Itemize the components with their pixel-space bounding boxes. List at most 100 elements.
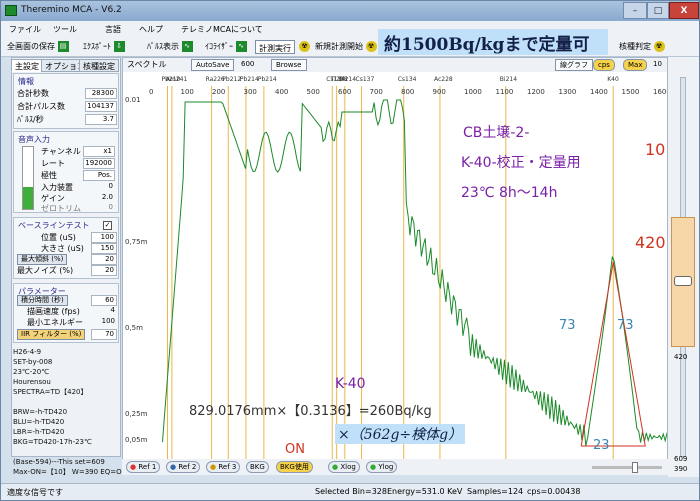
baseline-checkbox[interactable]: ✓ [103,221,112,230]
menu-about[interactable]: テレミノMCAについて [181,24,263,35]
annotation-420: 420 [635,233,666,252]
max-noise-value[interactable]: 20 [91,265,117,276]
rate-value[interactable]: 192000 [83,158,115,169]
rate-label: レート [41,159,65,168]
min-energy-value[interactable]: 100 [91,317,117,328]
position-value[interactable]: 100 [91,232,117,243]
equalizer-label: ｲｺﾗｲｻﾞｰ [205,42,233,51]
annotation-title1: CB土壌-2- [463,125,530,141]
annotation-on: ON [285,442,305,457]
min-energy-label: 最小エネルギー [27,318,83,327]
x-tick-label: 1300 [559,88,577,96]
ref2-button[interactable]: ● Ref 2 [166,461,201,473]
ref3-dot-icon: ● [210,463,217,471]
pulses-per-sec-row: ﾊﾟﾙｽ/秒 3.7 [17,114,117,125]
total-seconds-row: 合計秒数 28300 [17,88,117,99]
integration-row: 積分時間 (秒) 60 [17,295,117,306]
size-value[interactable]: 150 [91,243,117,254]
right-panel: 420 609 390 [668,57,699,477]
menu-language[interactable]: 言語 [105,24,121,35]
close-button[interactable]: X [669,2,699,19]
polarity-label: 極性 [41,171,57,180]
max-button[interactable]: Max [623,59,648,71]
pulse-display-button[interactable]: ﾊﾟﾙｽ表示 ∿ [147,41,193,52]
polarity-value[interactable]: Pos. [83,170,115,181]
new-measure-label: 新規計測開始 [315,42,363,51]
cps-button[interactable]: cps [593,59,615,71]
export-icon: ⇩ [113,41,125,52]
ref1-button[interactable]: ● Ref 1 [126,461,161,473]
pulses-per-sec-value: 3.7 [85,114,117,125]
linear-graph-button[interactable]: 線グラフ [555,59,593,71]
ylog-button[interactable]: ● Ylog [366,461,398,473]
x-tick-label: 0 [149,88,153,96]
menu-help[interactable]: ヘルプ [139,24,163,35]
menu-file[interactable]: ファイル [9,24,41,35]
bkg-use-button[interactable]: BKG使用 [276,461,313,473]
iir-filter-value[interactable]: 70 [91,329,117,340]
iir-row: IIR フィルター (%) 70 [17,329,117,340]
window-title: Theremino MCA - V6.2 [21,5,122,15]
autosave-value[interactable]: 600 [241,60,254,68]
input-device-value[interactable]: 0 [83,182,115,193]
spectrum-curve [162,99,667,446]
max-slope-button[interactable]: 最大傾斜 (%) [17,254,68,265]
integration-time-button[interactable]: 積分時間 (秒) [17,295,68,306]
tab-nuclide[interactable]: 核種設定 [79,59,119,72]
right-value-390: 390 [674,465,688,473]
spectrum-graph[interactable]: スペクトル AutoSave 600 Browse 線グラフ cps Max 1… [122,57,668,462]
total-pulses-label: 合計パルス数 [17,102,65,111]
annotation-title2: K-40-校正・定量用 [461,155,581,171]
annotation-left-73: 73 [559,318,576,333]
save-all-label: 全画面の保存 [7,42,55,51]
max-slope-row: 最大傾斜 (%) 20 [17,254,117,265]
bkg-button[interactable]: BKG [246,461,269,473]
x-tick-label: 200 [212,88,225,96]
graph-bottom-bar: ● Ref 1 ● Ref 2 ● Ref 3 BKG BKG使用 ● Xlog… [122,459,668,475]
ref3-button[interactable]: ● Ref 3 [206,461,241,473]
maximize-button[interactable]: □ [647,2,669,19]
xlog-dot-icon: ● [332,463,339,471]
x-tick-label: 700 [370,88,383,96]
browse-button[interactable]: Browse [271,59,307,71]
autosave-button[interactable]: AutoSave [191,59,235,71]
nuclide-label: Pb214 [240,76,259,83]
integration-time-value[interactable]: 60 [91,295,117,306]
y-tick-label: 0,25m [125,410,148,418]
app-icon [5,5,17,16]
scale-slider[interactable] [671,217,695,347]
draw-speed-value[interactable]: 4 [91,306,117,317]
pulse-icon: ∿ [181,41,193,52]
new-measure-button[interactable]: 新規計測開始 ☢ [315,41,377,52]
equalizer-button[interactable]: ｲｺﾗｲｻﾞｰ ∿ [205,41,247,52]
min-energy-row: 最小エネルギー 100 [17,317,117,328]
max-slope-value[interactable]: 20 [91,254,117,265]
horizontal-slider-thumb[interactable] [632,462,638,473]
total-seconds-label: 合計秒数 [17,89,49,98]
draw-speed-label: 描画速度 (fps) [27,307,80,316]
channel-value[interactable]: x1 [83,146,115,157]
nuclide-label: K40 [607,76,619,83]
y-tick-label: 0,75m [125,238,148,246]
tab-main[interactable]: 主設定 [11,59,43,72]
save-all-button[interactable]: 全画面の保存 ▤ [7,41,69,52]
minimize-button[interactable]: – [623,2,647,19]
status-cps: cps=0.00438 [527,487,581,496]
save-icon: ▤ [57,41,69,52]
xlog-button[interactable]: ● Xlog [328,461,360,473]
horizontal-slider[interactable] [592,462,662,473]
zero-trim-row: ゼロトリム 0 [41,203,115,214]
scale-slider-thumb[interactable] [674,276,692,286]
annotation-k40: K-40 [335,376,366,392]
nuclide-label: Cs137 [356,76,375,83]
run-button[interactable]: 計測実行 [255,40,295,54]
nuclide-button[interactable]: 核種判定 ☢ [619,41,665,52]
x-tick-label: 800 [401,88,414,96]
nuclide-label: Pb214 [258,76,277,83]
export-button[interactable]: ｴｸｽﾎﾟｰﾄ ⇩ [83,41,125,52]
nuclide-label: Bi214 [500,76,517,83]
menu-tools[interactable]: ツール [53,24,77,35]
zero-trim-value[interactable]: 0 [83,203,115,214]
nuclide-radiation-icon: ☢ [653,41,665,52]
iir-filter-button[interactable]: IIR フィルター (%) [17,329,86,340]
